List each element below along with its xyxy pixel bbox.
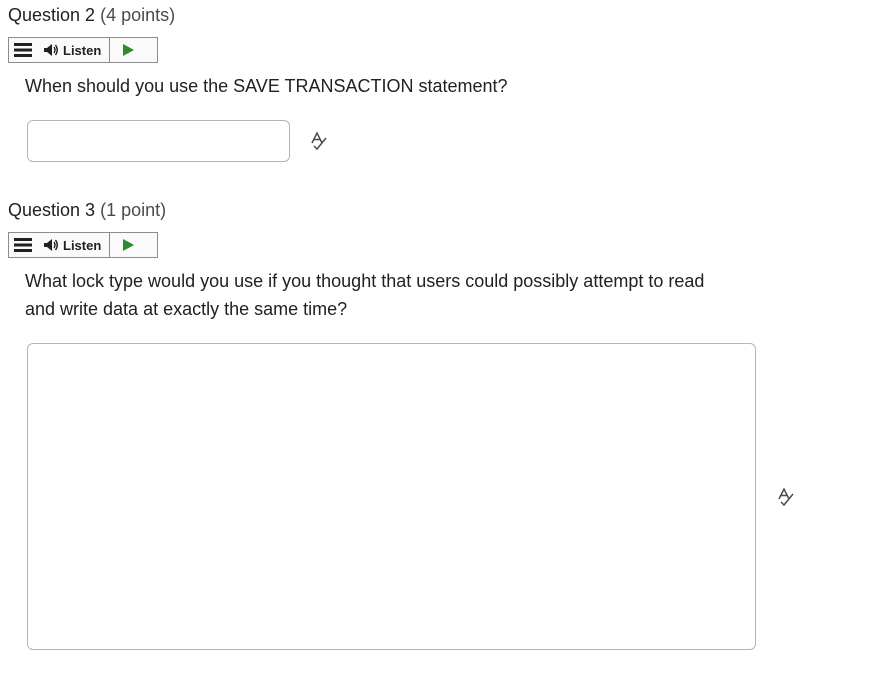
spellcheck-icon[interactable] xyxy=(776,487,796,507)
question-2-answer-input[interactable] xyxy=(27,120,290,162)
question-2-title: Question 2 (4 points) xyxy=(8,4,175,26)
readspeaker-menu-button[interactable] xyxy=(9,38,37,62)
question-2-listen-button[interactable]: Listen xyxy=(37,38,111,62)
question-2-play-button[interactable] xyxy=(110,38,146,62)
question-3-block: Question 3 (1 point) xyxy=(8,199,166,221)
question-3-listen-label: Listen xyxy=(63,237,102,253)
question-2-name: Question 2 xyxy=(8,5,96,25)
question-3-listen-toolbar: Listen xyxy=(8,232,158,258)
question-3-play-button[interactable] xyxy=(110,233,146,257)
readspeaker-menu-button[interactable] xyxy=(9,233,37,257)
question-2-text: When should you use the SAVE TRANSACTION… xyxy=(25,76,508,96)
question-3-name: Question 3 xyxy=(8,200,96,220)
question-3-text: What lock type would you use if you thou… xyxy=(25,271,705,319)
play-icon xyxy=(123,239,135,251)
hamburger-menu-icon xyxy=(14,238,32,252)
spellcheck-icon[interactable] xyxy=(309,131,329,151)
question-3-answer-textarea[interactable] xyxy=(27,343,756,650)
question-3-points: (1 point) xyxy=(100,200,167,220)
speaker-icon xyxy=(44,239,58,251)
question-2-block: Question 2 (4 points) xyxy=(8,4,175,26)
hamburger-menu-icon xyxy=(14,43,32,57)
question-3-listen-button[interactable]: Listen xyxy=(37,233,111,257)
question-2-points: (4 points) xyxy=(100,5,176,25)
play-icon xyxy=(123,44,135,56)
question-2-listen-toolbar: Listen xyxy=(8,37,158,63)
question-3-title: Question 3 (1 point) xyxy=(8,199,166,221)
question-2-listen-label: Listen xyxy=(63,42,102,58)
speaker-icon xyxy=(44,44,58,56)
